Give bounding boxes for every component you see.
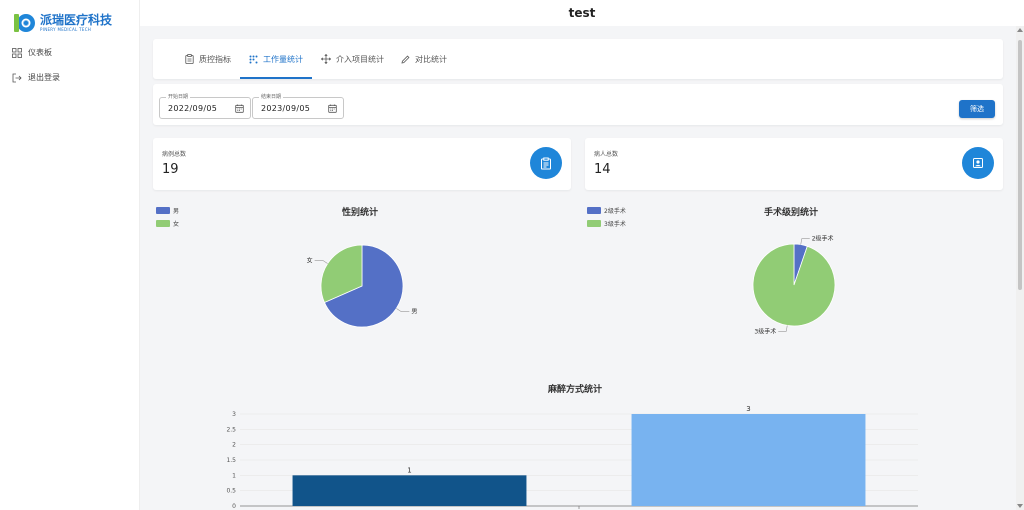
bar[interactable]	[292, 475, 527, 506]
pie-slice-label: 3级手术	[754, 327, 776, 335]
person-badge-icon	[973, 158, 983, 168]
clipboard-icon	[185, 54, 194, 64]
sidebar-item-logout[interactable]: 退出登录	[12, 72, 60, 83]
brand-logo[interactable]: 派瑞医疗科技 PINERY MEDICAL TECH	[12, 11, 112, 35]
tab-comparison-stats[interactable]: 对比统计	[401, 39, 447, 79]
stat-card-patients: 病人总数 14	[585, 138, 1003, 190]
pencil-icon	[401, 55, 410, 64]
sidebar-item-dashboard[interactable]: 仪表板	[12, 47, 52, 58]
page-title: test	[568, 6, 596, 20]
legend-item[interactable]: 2级手术	[587, 204, 626, 217]
move-icon	[321, 54, 331, 64]
gender-chart-title: 性别统计	[342, 208, 379, 218]
anesthesia-chart-title: 麻醉方式统计	[548, 385, 603, 395]
stat-label: 病人总数	[594, 151, 619, 158]
grid-dots-icon	[249, 55, 258, 63]
app-root: 派瑞医疗科技 PINERY MEDICAL TECH 仪表板 退出登录 test	[0, 0, 1024, 510]
pie-label-line	[396, 308, 410, 313]
pie-label-line	[778, 325, 788, 332]
start-date-value: 2022/09/05	[168, 104, 218, 113]
tab-bar: 质控指标 工作量统计 介入项目统计 对比统计	[153, 39, 1003, 79]
dashboard-icon	[12, 47, 22, 58]
gender-pie-chart: 男女	[307, 244, 417, 328]
stat-label: 病例总数	[162, 151, 187, 158]
bar-value-label: 1	[407, 466, 411, 474]
pie-label-line	[314, 259, 328, 264]
logo-icon	[14, 14, 35, 32]
bar-value-label: 3	[746, 405, 750, 413]
stat-card-cases: 病例总数 19	[153, 138, 571, 190]
filter-button[interactable]: 筛选	[959, 100, 995, 118]
tab-quality-metrics[interactable]: 质控指标	[185, 39, 231, 79]
end-date-field[interactable]: 结束日期 2023/09/05	[252, 93, 344, 119]
active-tab-indicator	[240, 77, 312, 79]
y-tick-label: 0	[232, 503, 236, 510]
stat-icon-circle	[530, 147, 562, 179]
end-date-label: 结束日期	[259, 93, 284, 100]
main-content: 质控指标 工作量统计 介入项目统计 对比统计 开始日期 2022/09/05 结…	[140, 26, 1016, 510]
legend-item[interactable]: 男	[156, 204, 179, 217]
legend-item[interactable]: 3级手术	[587, 217, 626, 230]
pie-slice-label: 2级手术	[812, 235, 834, 243]
brand-subtitle: PINERY MEDICAL TECH	[40, 27, 92, 32]
pie-slice[interactable]	[752, 243, 836, 327]
logout-icon	[12, 73, 22, 82]
calendar-icon[interactable]	[328, 104, 337, 113]
bar[interactable]	[631, 414, 866, 506]
scroll-thumb[interactable]	[1018, 40, 1022, 290]
pie-slice-label: 男	[411, 309, 417, 316]
gender-chart-legend: 男 女	[156, 204, 179, 230]
clipboard-icon	[541, 157, 551, 169]
sidebar: 派瑞医疗科技 PINERY MEDICAL TECH 仪表板 退出登录	[0, 0, 140, 510]
stat-value: 14	[594, 162, 611, 177]
stat-icon-circle	[962, 147, 994, 179]
tab-intervention-stats[interactable]: 介入项目统计	[321, 39, 384, 79]
start-date-field[interactable]: 开始日期 2022/09/05	[159, 93, 251, 119]
pie-label-line	[800, 238, 810, 245]
calendar-icon[interactable]	[235, 104, 244, 113]
surgery-pie-chart: 2级手术 3级手术	[752, 235, 836, 335]
brand-name: 派瑞医疗科技	[40, 13, 113, 27]
start-date-label: 开始日期	[166, 93, 191, 100]
sidebar-item-label: 仪表板	[28, 48, 52, 57]
scroll-down-arrow[interactable]	[1017, 504, 1023, 508]
sidebar-item-label: 退出登录	[28, 73, 60, 82]
pie-slice-label: 女	[307, 256, 313, 264]
y-tick-label: 2	[232, 442, 236, 449]
y-tick-label: 1.5	[226, 457, 236, 464]
surgery-chart-title: 手术级别统计	[764, 208, 819, 218]
stat-value: 19	[162, 162, 179, 177]
end-date-value: 2023/09/05	[261, 104, 311, 113]
anesthesia-bar-chart: 0 0.5 1 1.5 2 2.5 3 1 3	[226, 405, 918, 510]
y-tick-label: 0.5	[226, 488, 236, 495]
surgery-chart-legend: 2级手术 3级手术	[587, 204, 626, 230]
y-tick-label: 2.5	[226, 426, 236, 433]
tab-workload-stats[interactable]: 工作量统计	[249, 39, 303, 79]
scroll-up-arrow[interactable]	[1017, 28, 1023, 32]
vertical-scrollbar[interactable]	[1016, 26, 1024, 510]
header: test	[140, 0, 1024, 26]
date-filter-bar: 开始日期 2022/09/05 结束日期 2023/09/05 筛选	[153, 84, 1003, 125]
y-tick-label: 3	[232, 411, 236, 418]
legend-item[interactable]: 女	[156, 217, 179, 230]
y-tick-label: 1	[232, 472, 236, 479]
